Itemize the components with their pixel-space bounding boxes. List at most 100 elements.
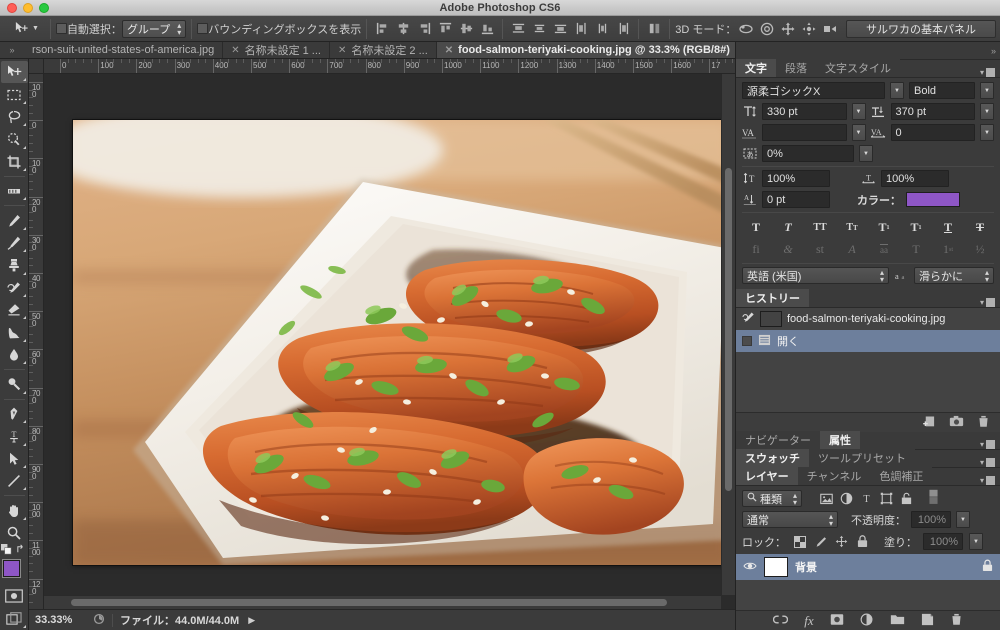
chevron-down-icon[interactable]: ▼ [969, 533, 983, 550]
chevron-down-icon[interactable]: ▼ [890, 82, 904, 99]
tool-lasso-tool[interactable] [1, 106, 28, 128]
history-brush-source-icon[interactable] [742, 311, 755, 327]
tab-tool-presets[interactable]: ツールプリセット [809, 449, 915, 467]
baseline-shift-field[interactable]: 0 pt [762, 191, 830, 208]
ruler-corner[interactable] [29, 59, 44, 74]
adjustment-filter-icon[interactable] [839, 491, 854, 506]
layer-row-background[interactable]: 背景 [736, 554, 1000, 580]
document-tab-0[interactable]: rson-suit-united-states-of-america.jpg [24, 42, 224, 58]
screen-mode-button[interactable] [1, 608, 28, 630]
smart-object-filter-icon[interactable] [899, 491, 914, 506]
tool-path-selection-tool[interactable] [1, 448, 28, 470]
quick-mask-toggle[interactable] [1, 585, 28, 607]
chevron-down-icon[interactable]: ▼ [851, 124, 866, 141]
panel-grip-icon[interactable]: » [0, 42, 24, 58]
tool-crop-tool[interactable] [1, 151, 28, 173]
dock-expand-icon[interactable]: » [991, 46, 996, 56]
auto-select-checkbox[interactable] [55, 23, 67, 34]
link-layers-icon[interactable] [773, 614, 789, 628]
chevron-down-icon[interactable]: ▼ [956, 511, 970, 528]
new-group-icon[interactable] [890, 613, 905, 628]
chevron-right-icon[interactable]: ▶ [248, 615, 255, 626]
tab-channels[interactable]: チャンネル [797, 467, 871, 485]
align-horizontal-centers-icon[interactable] [393, 19, 413, 39]
tool-blur-tool[interactable] [1, 344, 28, 366]
leading-field[interactable]: 370 pt [890, 103, 975, 120]
default-colors-icon[interactable] [1, 544, 12, 558]
antialias-dropdown[interactable]: 滑らかに ▴ ▾ [914, 267, 994, 284]
tool-eyedropper-tool[interactable] [1, 180, 28, 202]
panel-menu-icon[interactable]: ▾ [980, 440, 1000, 449]
align-left-edges-icon[interactable] [372, 19, 392, 39]
align-bottom-edges-icon[interactable] [477, 19, 497, 39]
zoom-level-field[interactable]: 33.33% [35, 614, 93, 626]
swash-icon[interactable]: A [842, 241, 862, 258]
shape-filter-icon[interactable] [879, 491, 894, 506]
panel-menu-icon[interactable]: ▾ [980, 476, 1000, 485]
chevron-down-icon[interactable]: ▼ [859, 145, 873, 162]
tool-brush-tool[interactable] [1, 232, 28, 254]
opacity-field[interactable]: 100% [911, 511, 951, 528]
lock-position-icon[interactable] [834, 534, 849, 549]
distribute-top-edges-icon[interactable] [508, 19, 528, 39]
standard-ligatures-icon[interactable]: fi [746, 241, 766, 258]
chevron-down-icon[interactable]: ▼ [980, 82, 994, 99]
canvas-vertical-scrollbar[interactable] [721, 74, 735, 595]
tab-layers[interactable]: レイヤー [736, 467, 798, 485]
all-caps-icon[interactable]: TT [810, 219, 830, 236]
distribute-right-edges-icon[interactable] [613, 19, 633, 39]
tool-eraser-tool[interactable] [1, 299, 28, 321]
font-size-field[interactable]: 330 pt [762, 103, 847, 120]
tool-quick-selection-tool[interactable] [1, 128, 28, 150]
tool-horizontal-type-tool[interactable]: T [1, 425, 28, 447]
tool-spot-healing-brush-tool[interactable] [1, 209, 28, 231]
lock-image-pixels-icon[interactable] [813, 534, 828, 549]
new-adjustment-layer-icon[interactable] [860, 613, 874, 629]
tool-zoom-tool[interactable] [1, 522, 28, 544]
eye-icon[interactable] [743, 560, 757, 575]
auto-align-layers-icon[interactable] [644, 19, 664, 39]
scale-3d-icon[interactable] [820, 19, 840, 39]
superscript-icon[interactable]: T1 [874, 219, 894, 236]
history-state-open[interactable]: 開く [736, 330, 1000, 352]
vertical-ruler[interactable]: 100 0 100 200 300 400 500 600 700 800 900 1000 1100 1… [29, 74, 44, 609]
tool-dodge-tool[interactable] [1, 373, 28, 395]
lock-all-icon[interactable] [855, 534, 870, 549]
faux-italic-icon[interactable]: T [778, 219, 798, 236]
scrollbar-thumb[interactable] [71, 599, 667, 606]
tab-properties[interactable]: 属性 [820, 431, 860, 449]
close-icon[interactable]: ✕ [445, 45, 453, 56]
close-icon[interactable]: ✕ [231, 45, 239, 56]
tool-clone-stamp-tool[interactable] [1, 254, 28, 276]
opentype-buttons[interactable]: fi & st A aa T 1st ½ [742, 238, 994, 260]
tool-move-tool[interactable] [0, 61, 28, 84]
fractions-icon[interactable]: ½ [970, 241, 990, 258]
small-caps-icon[interactable]: TT [842, 219, 862, 236]
workspace-preset-button[interactable]: サルワカの基本パネル [846, 19, 996, 38]
canvas-horizontal-scrollbar[interactable] [44, 595, 721, 609]
fill-field[interactable]: 100% [923, 533, 963, 550]
align-top-edges-icon[interactable] [435, 19, 455, 39]
roll-3d-icon[interactable] [757, 19, 777, 39]
font-style-buttons[interactable]: T T TT TT T1 T1 T T [742, 216, 994, 238]
contextual-alternates-icon[interactable]: & [778, 241, 798, 258]
lock-transparent-pixels-icon[interactable] [792, 534, 807, 549]
align-buttons-group[interactable] [372, 19, 497, 39]
delete-icon[interactable] [977, 415, 990, 431]
pan-3d-icon[interactable] [778, 19, 798, 39]
rotate-3d-icon[interactable] [736, 19, 756, 39]
tab-adjustments[interactable]: 色調補正 [870, 467, 933, 485]
layer-style-fx-icon[interactable]: fx [804, 613, 813, 629]
panel-menu-icon[interactable]: ▾ [980, 298, 1000, 307]
horizontal-scale-field[interactable]: 100% [881, 170, 949, 187]
horizontal-ruler[interactable]: 0 100 200 300 400 500 600 700 800 900 1000 1100 1200… [44, 59, 735, 74]
chevron-down-icon[interactable]: ▼ [851, 103, 866, 120]
tab-character-styles[interactable]: 文字スタイル [816, 59, 900, 77]
font-family-field[interactable]: 源柔ゴシックX [742, 82, 885, 99]
tab-character[interactable]: 文字 [736, 59, 776, 77]
text-color-swatch[interactable] [906, 192, 960, 207]
add-layer-mask-icon[interactable] [830, 613, 844, 629]
distribute-horizontal-centers-icon[interactable] [592, 19, 612, 39]
new-snapshot-icon[interactable] [949, 415, 964, 430]
tool-history-brush-tool[interactable] [1, 277, 28, 299]
